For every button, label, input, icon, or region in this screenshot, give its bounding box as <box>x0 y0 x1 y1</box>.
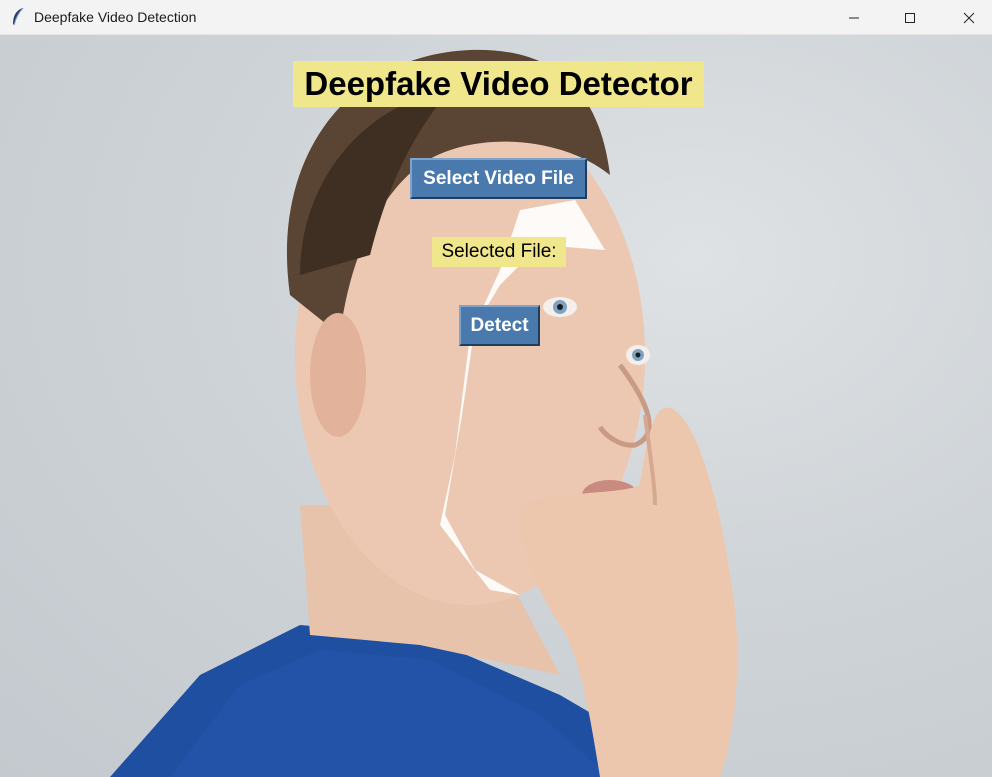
maximize-button[interactable] <box>887 0 933 35</box>
feather-icon <box>10 7 26 27</box>
close-button[interactable] <box>946 0 992 35</box>
app-canvas: Deepfake Video Detector Select Video Fil… <box>0 35 992 777</box>
window-title: Deepfake Video Detection <box>34 9 197 25</box>
maximize-icon <box>904 12 916 24</box>
window-titlebar: Deepfake Video Detection <box>0 0 992 35</box>
detect-button[interactable]: Detect <box>459 305 540 346</box>
background-photo <box>110 49 738 777</box>
select-video-file-button[interactable]: Select Video File <box>410 158 587 199</box>
minimize-button[interactable] <box>831 0 877 35</box>
minimize-icon <box>848 12 860 24</box>
selected-file-label: Selected File: <box>432 237 566 267</box>
close-icon <box>963 12 975 24</box>
app-heading: Deepfake Video Detector <box>293 61 704 107</box>
